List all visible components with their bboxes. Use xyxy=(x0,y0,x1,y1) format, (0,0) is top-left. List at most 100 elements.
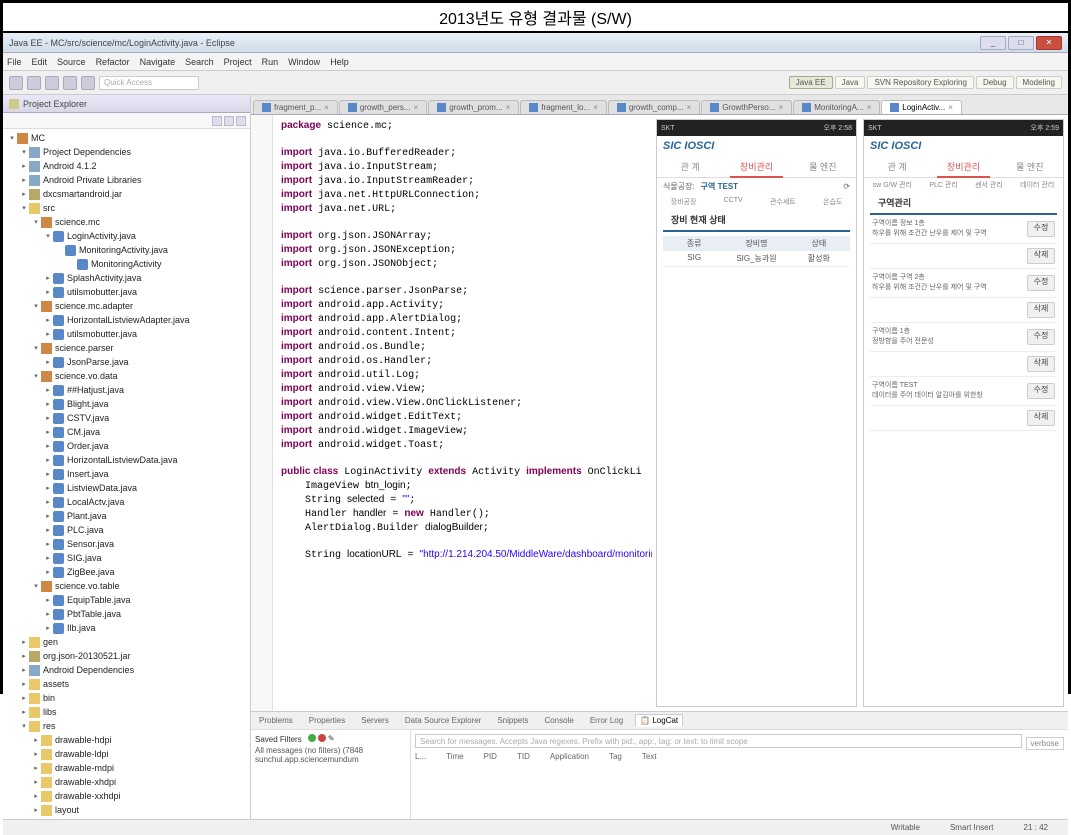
refresh-icon[interactable]: ⟳ xyxy=(843,182,850,191)
tree-node[interactable]: ▾LoginActivity.java xyxy=(3,229,250,243)
tree-node[interactable]: ▸drawable-ldpi xyxy=(3,747,250,761)
zone-list-item[interactable]: 구역이름 TEST데이터를 주어 데이터 알김아를 위한창수정 xyxy=(870,377,1057,406)
tree-twistie[interactable]: ▸ xyxy=(43,483,53,493)
phone1-tab[interactable]: 관 계 xyxy=(657,156,723,177)
close-tab-icon[interactable]: × xyxy=(324,103,329,112)
tree-node[interactable]: ▸HorizontalListviewAdapter.java xyxy=(3,313,250,327)
editor-tab[interactable]: GrowthPerso...× xyxy=(701,100,792,114)
filter-app[interactable]: sunchul.app.sciencemundum xyxy=(255,755,406,764)
tree-node[interactable]: ▸Sensor.java xyxy=(3,537,250,551)
menu-file[interactable]: File xyxy=(7,57,22,67)
tree-node[interactable]: ▾Project Dependencies xyxy=(3,145,250,159)
tree-node[interactable]: ▸SIG.java xyxy=(3,551,250,565)
delete-button[interactable]: 삭제 xyxy=(1027,356,1055,372)
tree-twistie[interactable]: ▸ xyxy=(43,413,53,423)
tree-twistie[interactable]: ▸ xyxy=(43,525,53,535)
phone1-tab[interactable]: 물 엔진 xyxy=(790,156,856,177)
editor-tab[interactable]: growth_prom...× xyxy=(428,100,519,114)
tree-twistie[interactable]: ▸ xyxy=(19,707,29,717)
edit-button[interactable]: 수정 xyxy=(1027,221,1055,237)
log-column-header[interactable]: Tag xyxy=(609,752,622,761)
tree-twistie[interactable]: ▸ xyxy=(43,329,53,339)
bottom-tab-snippets[interactable]: Snippets xyxy=(493,715,532,726)
menu-search[interactable]: Search xyxy=(185,57,214,67)
add-filter-icon[interactable] xyxy=(308,734,316,742)
tree-twistie[interactable]: ▸ xyxy=(43,455,53,465)
menu-source[interactable]: Source xyxy=(57,57,86,67)
tree-node[interactable]: ▸ZigBee.java xyxy=(3,565,250,579)
perspective-modeling[interactable]: Modeling xyxy=(1016,76,1062,89)
tree-twistie[interactable]: ▸ xyxy=(19,651,29,661)
menu-edit[interactable]: Edit xyxy=(32,57,48,67)
delete-button[interactable]: 삭제 xyxy=(1027,302,1055,318)
tree-node[interactable]: ▸utilsmobutter.java xyxy=(3,327,250,341)
tree-node[interactable]: ▾science.mc.adapter xyxy=(3,299,250,313)
tree-node[interactable]: ▸dxcsmartandroid.jar xyxy=(3,187,250,201)
close-tab-icon[interactable]: × xyxy=(414,103,419,112)
tree-twistie[interactable]: ▸ xyxy=(43,315,53,325)
phone1-tab[interactable]: 장비관리 xyxy=(723,156,789,177)
tree-node[interactable]: ▸layout xyxy=(3,803,250,817)
tree-twistie[interactable]: ▾ xyxy=(31,217,41,227)
editor-tab[interactable]: growth_comp...× xyxy=(608,100,700,114)
menu-run[interactable]: Run xyxy=(262,57,279,67)
menu-window[interactable]: Window xyxy=(288,57,320,67)
tree-twistie[interactable]: ▾ xyxy=(31,371,41,381)
new-icon[interactable] xyxy=(9,76,23,90)
editor-tab[interactable]: fragment_p...× xyxy=(253,100,338,114)
tree-node[interactable]: ▸Order.java xyxy=(3,439,250,453)
log-column-header[interactable]: Time xyxy=(446,752,463,761)
tree-node[interactable]: ▸Blight.java xyxy=(3,397,250,411)
editor-tab[interactable]: LoginActiv...× xyxy=(881,100,962,114)
tree-twistie[interactable]: ▸ xyxy=(43,441,53,451)
tree-twistie[interactable]: ▸ xyxy=(43,609,53,619)
tree-node[interactable]: ▸Android 4.1.2 xyxy=(3,159,250,173)
close-button[interactable]: ✕ xyxy=(1036,36,1062,50)
bottom-tab-properties[interactable]: Properties xyxy=(305,715,349,726)
close-tab-icon[interactable]: × xyxy=(687,103,692,112)
close-tab-icon[interactable]: × xyxy=(948,103,953,112)
tree-node[interactable]: ▸drawable-mdpi xyxy=(3,761,250,775)
tree-node[interactable]: MonitoringActivity.java xyxy=(3,243,250,257)
tree-node[interactable]: ▸Plant.java xyxy=(3,509,250,523)
phone2-tab[interactable]: 장비관리 xyxy=(930,156,996,177)
tree-twistie[interactable]: ▸ xyxy=(43,287,53,297)
tree-twistie[interactable]: ▸ xyxy=(43,357,53,367)
tree-node[interactable]: ▾science.vo.table xyxy=(3,579,250,593)
tree-twistie[interactable]: ▸ xyxy=(19,665,29,675)
bottom-tab-logcat[interactable]: 📋 LogCat xyxy=(635,714,683,727)
edit-filter-icon[interactable]: ✎ xyxy=(328,734,335,743)
phone1-sub-value[interactable]: 구역 TEST xyxy=(701,181,738,192)
tree-node[interactable]: ▾science.parser xyxy=(3,341,250,355)
tree-node[interactable]: ▸PbtTable.java xyxy=(3,607,250,621)
perspective-java-ee[interactable]: Java EE xyxy=(789,76,833,89)
tree-twistie[interactable]: ▸ xyxy=(43,539,53,549)
tree-node[interactable]: ▸LocalActv.java xyxy=(3,495,250,509)
minimize-button[interactable]: _ xyxy=(980,36,1006,50)
tree-twistie[interactable]: ▾ xyxy=(7,133,17,143)
tree-twistie[interactable]: ▸ xyxy=(43,399,53,409)
tree-node[interactable]: ▸gen xyxy=(3,635,250,649)
tree-twistie[interactable]: ▸ xyxy=(31,791,41,801)
tree-node[interactable]: ▸ListviewData.java xyxy=(3,481,250,495)
tree-node[interactable]: ▸bin xyxy=(3,691,250,705)
menu-refactor[interactable]: Refactor xyxy=(96,57,130,67)
tree-twistie[interactable]: ▾ xyxy=(43,231,53,241)
tree-node[interactable]: ▸##Hatjust.java xyxy=(3,383,250,397)
log-column-header[interactable]: PID xyxy=(484,752,497,761)
close-tab-icon[interactable]: × xyxy=(506,103,511,112)
zone-list-item[interactable]: 구역이름 1층정방향을 주어 전문성수정 xyxy=(870,323,1057,352)
tree-twistie[interactable]: ▸ xyxy=(19,679,29,689)
tree-twistie[interactable]: ▸ xyxy=(31,749,41,759)
tree-node[interactable]: ▸Android Dependencies xyxy=(3,663,250,677)
zone-list-item[interactable]: 구역이름 구역 2층하우를 위해 조건간 난우를 제어 및 구역수정 xyxy=(870,269,1057,298)
tree-node[interactable]: ▸Android Private Libraries xyxy=(3,173,250,187)
tree-twistie[interactable]: ▸ xyxy=(31,777,41,787)
tree-twistie[interactable]: ▸ xyxy=(19,637,29,647)
menu-navigate[interactable]: Navigate xyxy=(140,57,176,67)
close-tab-icon[interactable]: × xyxy=(593,103,598,112)
tree-twistie[interactable]: ▸ xyxy=(19,693,29,703)
tree-node[interactable]: ▸drawable-xhdpi xyxy=(3,775,250,789)
edit-button[interactable]: 수정 xyxy=(1027,329,1055,345)
tree-twistie[interactable]: ▾ xyxy=(31,343,41,353)
